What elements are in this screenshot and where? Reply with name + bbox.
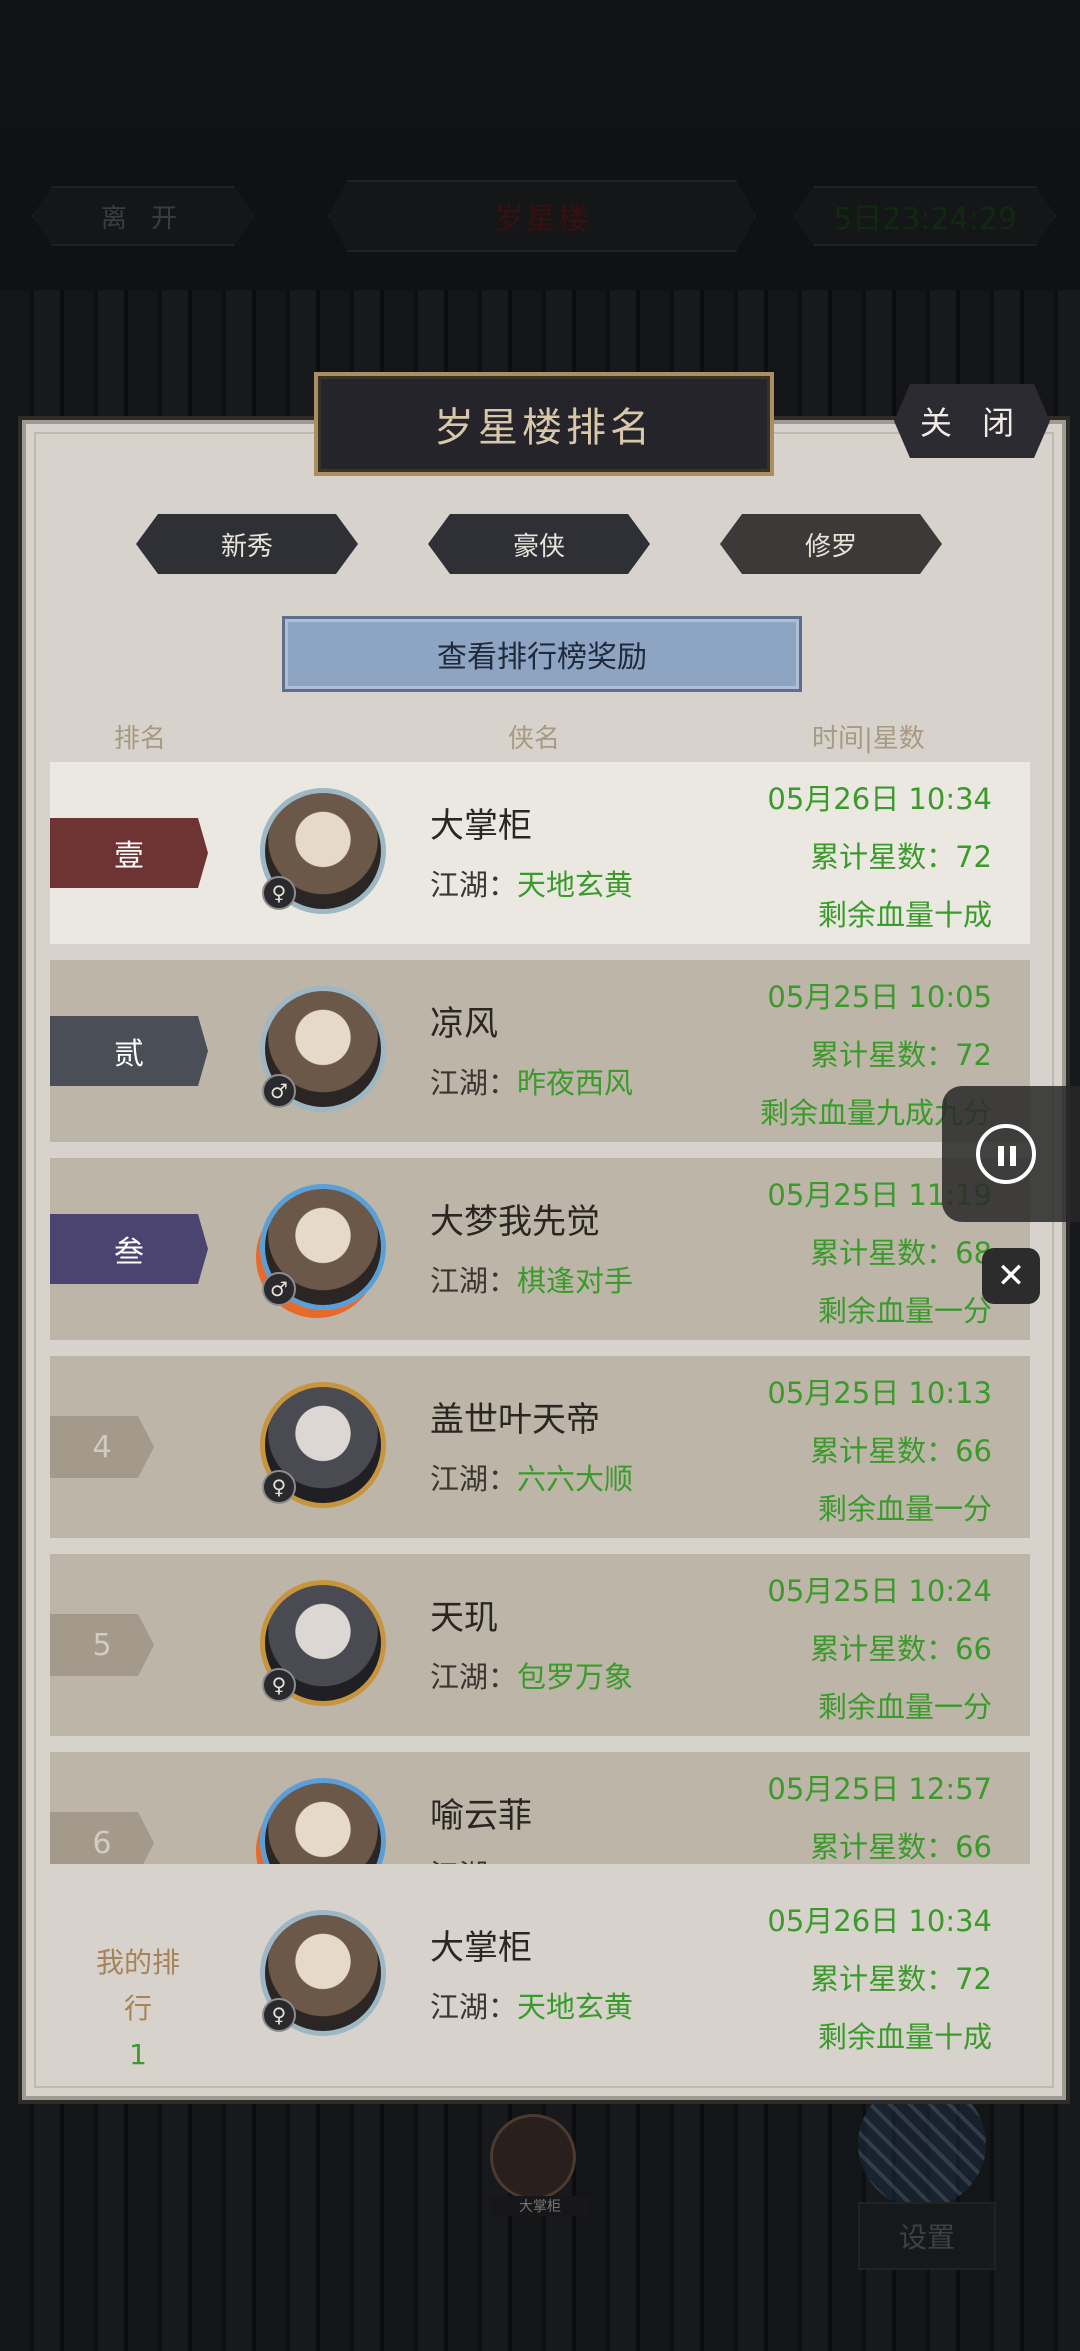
tab-newcomer[interactable]: 新秀	[136, 514, 358, 574]
player-name: 天玑	[430, 1598, 498, 1638]
tab-hero[interactable]: 豪侠	[428, 514, 650, 574]
guild-value: 昨夜西风	[517, 1066, 634, 1100]
clear-time: 05月25日 10:05	[767, 980, 992, 1014]
my-rank-row: 我的排行 1 ♀ 大掌柜 江湖：天地玄黄 05月26日 10:34 累计星数：7…	[50, 1880, 1030, 2072]
clear-time: 05月26日 10:34	[767, 782, 992, 816]
clear-time: 05月25日 12:57	[767, 1772, 992, 1806]
my-rank-title: 我的排行	[95, 1946, 180, 2025]
my-guild: 江湖：天地玄黄	[430, 1984, 633, 2026]
table-row[interactable]: 贰 ♂ 凉风 江湖：昨夜西风 05月25日 10:05 累计星数：72 剩余血量九成九分	[50, 960, 1030, 1142]
table-row[interactable]: 叁 ♂ 大梦我先觉 江湖：棋逢对手 05月25日 11:19 累计星数：68 剩余血量一分	[50, 1158, 1030, 1340]
player-name: 大梦我先觉	[430, 1202, 600, 1242]
view-rewards-button[interactable]: 查看排行榜奖励	[282, 616, 802, 692]
player-name: 喻云菲	[430, 1796, 532, 1836]
panel-title: 岁星楼排名	[314, 372, 774, 476]
header-time-stars: 时间|星数	[812, 724, 925, 754]
guild-value: 棋逢对手	[517, 1264, 634, 1298]
pause-icon[interactable]	[976, 1124, 1036, 1184]
clear-time: 05月25日 10:24	[767, 1574, 992, 1608]
my-rank-value: 1	[129, 2038, 147, 2071]
player-name: 凉风	[430, 1004, 498, 1044]
guild-label: 江湖：	[430, 1066, 518, 1100]
guild-value: 天地玄黄	[517, 1990, 634, 2024]
remaining-hp: 剩余血量一分	[817, 1492, 992, 1526]
header-name: 侠名	[508, 724, 561, 754]
guild-value: 天地玄黄	[517, 868, 634, 902]
my-hp: 剩余血量十成	[817, 2020, 992, 2054]
guild-value: 包罗万象	[517, 1660, 634, 1694]
header-rank: 排名	[114, 724, 167, 754]
player-guild: 江湖：包罗万象	[430, 1654, 633, 1696]
star-count: 累计星数：68	[810, 1236, 992, 1270]
player-guild: 江湖：六六大顺	[430, 1456, 633, 1498]
star-count: 累计星数：66	[810, 1830, 992, 1864]
remaining-hp: 剩余血量一分	[817, 1294, 992, 1328]
remaining-hp: 剩余血量一分	[817, 1690, 992, 1724]
gender-female-icon: ♀	[262, 1998, 296, 2032]
star-count: 累计星数：72	[810, 840, 992, 874]
remaining-hp: 剩余血量十成	[817, 898, 992, 932]
player-avatar[interactable]	[260, 1778, 386, 1864]
guild-label: 江湖：	[430, 868, 518, 902]
guild-label: 江湖：	[430, 1462, 518, 1496]
player-guild: 江湖：棋逢对手	[430, 1258, 633, 1300]
my-name: 大掌柜	[430, 1928, 532, 1968]
floating-pause-panel[interactable]	[942, 1086, 1080, 1222]
gender-icon: ♂	[262, 1272, 296, 1306]
guild-value: 六六大顺	[517, 1462, 634, 1496]
my-time: 05月26日 10:34	[767, 1904, 992, 1938]
star-count: 累计星数：66	[810, 1632, 992, 1666]
guild-label: 江湖：	[430, 1264, 518, 1298]
gender-icon: ♀	[262, 876, 296, 910]
rank-badge: 贰	[50, 1016, 208, 1086]
gender-icon: ♂	[262, 1074, 296, 1108]
table-row[interactable]: 6♀喻云菲江湖：05月25日 12:57累计星数：66	[50, 1752, 1030, 1864]
gender-icon: ♀	[262, 1470, 296, 1504]
close-button[interactable]: 关 闭	[894, 384, 1050, 458]
my-stars: 累计星数：72	[810, 1962, 992, 1996]
gender-icon: ♀	[262, 1668, 296, 1702]
guild-label: 江湖：	[430, 1858, 517, 1864]
player-guild: 江湖：	[430, 1852, 517, 1864]
player-guild: 江湖：昨夜西风	[430, 1060, 633, 1102]
player-guild: 江湖：天地玄黄	[430, 862, 633, 904]
rank-badge: 叁	[50, 1214, 208, 1284]
tab-asura[interactable]: 修罗	[720, 514, 942, 574]
guild-label: 江湖：	[430, 1990, 518, 2024]
star-count: 累计星数：66	[810, 1434, 992, 1468]
clear-time: 05月25日 10:13	[767, 1376, 992, 1410]
player-name: 大掌柜	[430, 806, 532, 846]
guild-label: 江湖：	[430, 1660, 518, 1694]
player-name: 盖世叶天帝	[430, 1400, 600, 1440]
table-row[interactable]: 壹 ♀ 大掌柜江湖：天地玄黄 05月26日 10:34 累计星数：72 剩余血量十成	[50, 762, 1030, 944]
ranking-list[interactable]: 壹 ♀ 大掌柜 江湖：天地玄黄 05月26日 10:34 累计星数：72 剩余血量十成贰 ♂ 凉…	[50, 762, 1030, 1864]
rank-number: 4	[50, 1416, 154, 1478]
table-row[interactable]: 5 ♀ 天玑江湖：包罗万象 05月25日 10:24 累计星数：66 剩余血量一分	[50, 1554, 1030, 1736]
rank-number: 5	[50, 1614, 154, 1676]
my-rank-label: 我的排行 1	[88, 1940, 188, 2078]
star-count: 累计星数：72	[810, 1038, 992, 1072]
close-icon[interactable]: ✕	[982, 1248, 1040, 1304]
rank-number: 6	[50, 1812, 154, 1864]
rank-badge: 壹	[50, 818, 208, 888]
table-row[interactable]: 4 ♀ 盖世叶天帝江湖：六六大顺 05月25日 10:13 累计星数：66 剩余血量一分	[50, 1356, 1030, 1538]
